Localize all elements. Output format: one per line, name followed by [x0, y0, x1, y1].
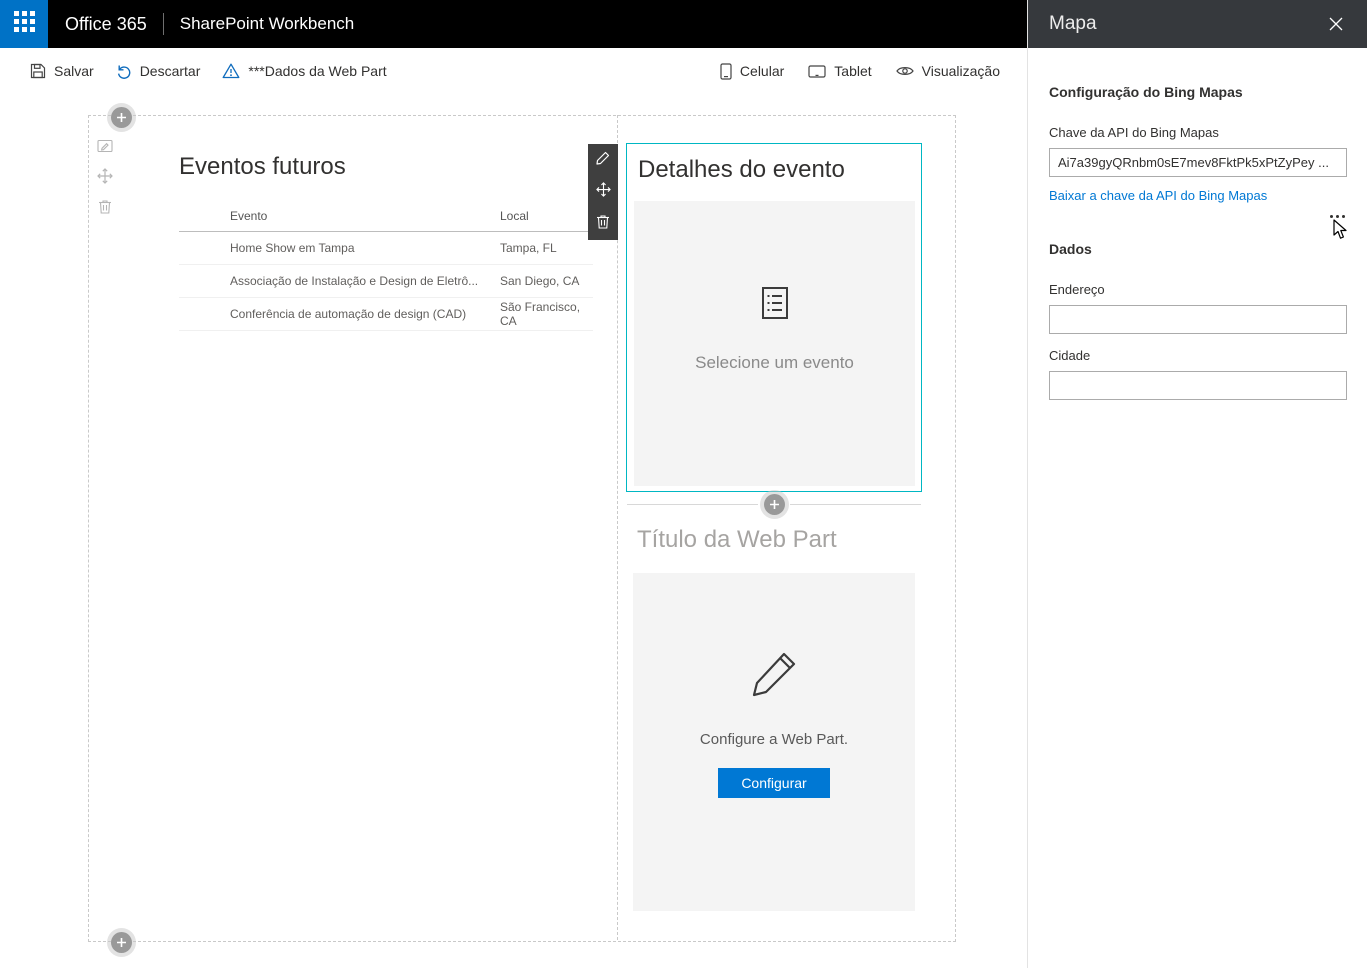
configure-message: Configure a Web Part.	[700, 731, 848, 748]
suite-bar: Office 365 SharePoint Workbench	[0, 0, 1027, 48]
add-divider-line	[790, 504, 921, 505]
waffle-icon	[14, 11, 35, 37]
column-header-evento: Evento	[179, 209, 500, 223]
move-webpart-button[interactable]	[588, 176, 618, 208]
cell-local: Tampa, FL	[500, 241, 593, 255]
tablet-label: Tablet	[834, 63, 871, 79]
workbench-label: SharePoint Workbench	[180, 14, 355, 34]
table-row[interactable]: Home Show em Tampa Tampa, FL	[179, 232, 593, 265]
events-webpart-title: Eventos futuros	[179, 153, 346, 181]
warning-icon	[222, 63, 240, 79]
events-table: Evento Local Home Show em Tampa Tampa, F…	[179, 201, 593, 331]
add-divider-line	[627, 504, 758, 505]
property-pane-header: Mapa	[1028, 0, 1367, 48]
pencil-large-icon	[747, 647, 801, 701]
edit-webpart-button[interactable]	[588, 144, 618, 176]
more-options-icon[interactable]	[1327, 212, 1348, 221]
address-label: Endereço	[1049, 282, 1347, 297]
details-placeholder: Selecione um evento	[634, 201, 915, 486]
mobile-icon	[720, 63, 732, 80]
pencil-icon	[596, 151, 610, 170]
event-details-icon	[758, 285, 792, 321]
property-pane-body: Configuração do Bing Mapas Chave da API …	[1028, 48, 1367, 400]
preview-controls: Celular Tablet Visualiza	[696, 63, 1000, 80]
webpart-toolbar	[588, 144, 618, 240]
move-section-icon[interactable]	[97, 168, 113, 184]
details-placeholder-text: Selecione um evento	[695, 353, 854, 373]
office365-label: Office 365	[65, 14, 147, 35]
city-label: Cidade	[1049, 348, 1347, 363]
save-label: Salvar	[54, 63, 94, 79]
details-webpart[interactable]: Detalhes do evento Selecione um evento	[626, 143, 922, 492]
trash-icon	[596, 214, 610, 234]
configure-button[interactable]: Configurar	[718, 768, 829, 798]
table-header-row: Evento Local	[179, 201, 593, 232]
api-key-input[interactable]	[1049, 148, 1347, 177]
app-launcher-button[interactable]	[0, 0, 48, 48]
move-icon	[596, 182, 611, 202]
table-row[interactable]: Conferência de automação de design (CAD)…	[179, 298, 593, 331]
property-pane: Mapa Configuração do Bing Mapas Chave da…	[1027, 0, 1367, 968]
api-key-label: Chave da API do Bing Mapas	[1049, 125, 1347, 140]
tablet-icon	[808, 65, 826, 78]
cell-evento: Conferência de automação de design (CAD)	[179, 307, 500, 321]
title-webpart-placeholder[interactable]: Configure a Web Part. Configurar	[633, 573, 915, 911]
cell-local: São Francisco, CA	[500, 300, 593, 328]
title-webpart-heading: Título da Web Part	[637, 526, 837, 554]
delete-webpart-button[interactable]	[588, 208, 618, 240]
bing-section-title: Configuração do Bing Mapas	[1049, 84, 1347, 100]
city-input[interactable]	[1049, 371, 1347, 400]
add-webpart-button-top[interactable]	[111, 107, 132, 128]
mobile-label: Celular	[740, 63, 784, 79]
add-webpart-button-bottom[interactable]	[111, 932, 132, 953]
mobile-button[interactable]: Celular	[720, 63, 784, 80]
property-pane-title: Mapa	[1049, 13, 1097, 35]
workbench-page: Office 365 SharePoint Workbench Salvar	[0, 0, 1367, 968]
preview-button[interactable]: Visualização	[896, 63, 1000, 79]
table-row[interactable]: Associação de Instalação e Design de Ele…	[179, 265, 593, 298]
status-label: ***Dados da Web Part	[248, 63, 386, 79]
plus-icon	[117, 934, 126, 952]
undo-icon	[116, 63, 132, 79]
delete-section-icon[interactable]	[98, 199, 112, 214]
save-button[interactable]: Salvar	[30, 63, 94, 79]
eye-icon	[896, 65, 914, 77]
save-icon	[30, 63, 46, 79]
discard-button[interactable]: Descartar	[116, 63, 201, 79]
unsaved-status: ***Dados da Web Part	[222, 63, 386, 79]
api-key-link[interactable]: Baixar a chave da API do Bing Mapas	[1049, 188, 1267, 203]
command-bar: Salvar Descartar ***Dados da Web Part	[0, 48, 1027, 94]
plus-icon	[117, 109, 126, 127]
details-webpart-title: Detalhes do evento	[638, 156, 845, 184]
close-button[interactable]	[1325, 13, 1347, 35]
tablet-button[interactable]: Tablet	[808, 63, 871, 79]
address-input[interactable]	[1049, 305, 1347, 334]
edit-section-icon[interactable]	[97, 139, 113, 153]
preview-label: Visualização	[922, 63, 1000, 79]
close-icon	[1329, 17, 1343, 31]
section-rail	[97, 139, 113, 214]
cell-local: San Diego, CA	[500, 274, 593, 288]
topbar-divider	[163, 13, 164, 35]
column-header-local: Local	[500, 209, 593, 223]
data-section-title: Dados	[1049, 241, 1347, 257]
discard-label: Descartar	[140, 63, 201, 79]
cell-evento: Associação de Instalação e Design de Ele…	[179, 274, 500, 288]
add-webpart-button-middle[interactable]	[764, 494, 785, 515]
plus-icon	[770, 496, 779, 514]
cell-evento: Home Show em Tampa	[179, 241, 500, 255]
